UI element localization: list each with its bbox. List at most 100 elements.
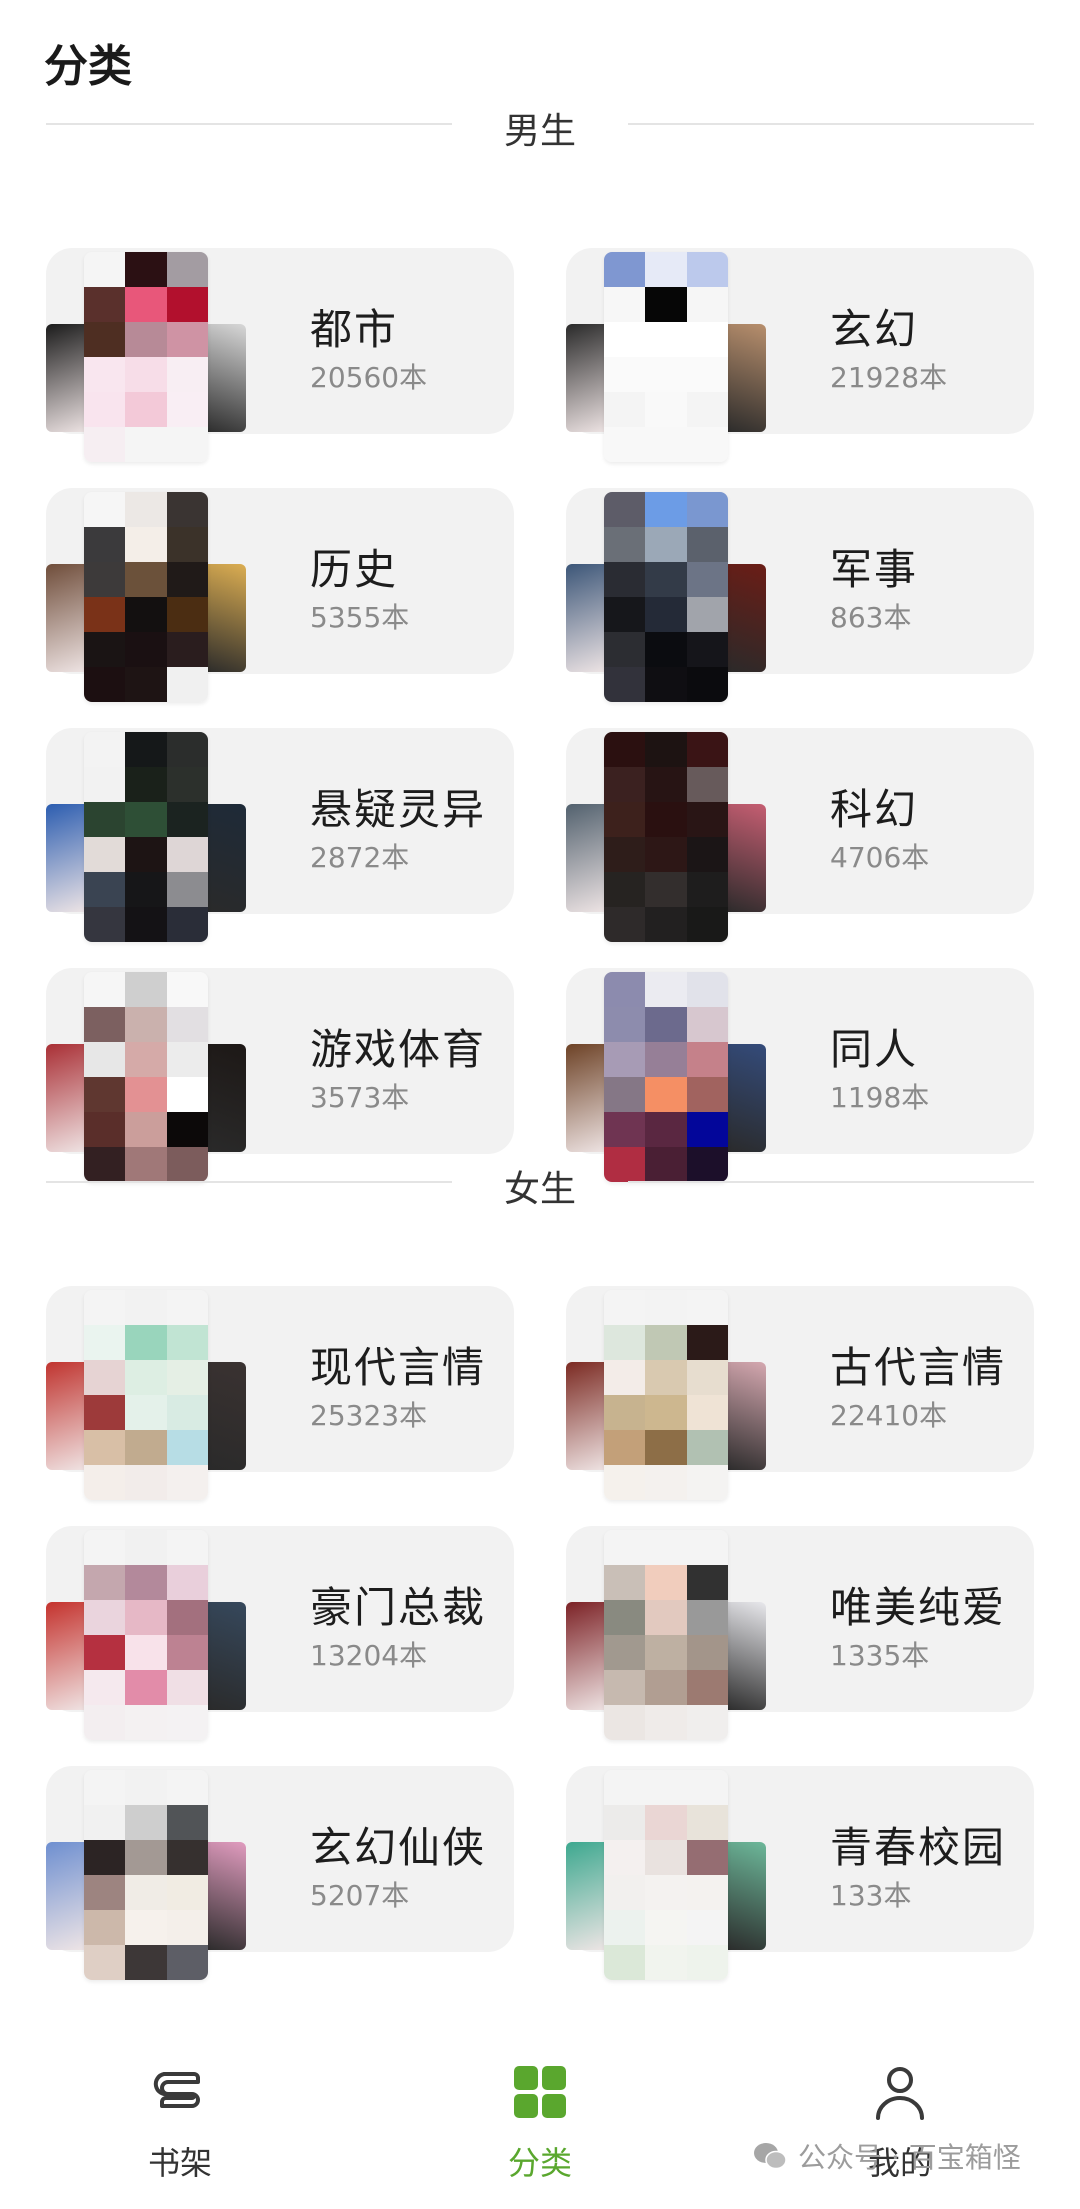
cover-mosaic-cell (84, 1465, 126, 1500)
book-cover-front (604, 1530, 728, 1740)
category-card[interactable]: 古代言情 22410本 (566, 1286, 1034, 1500)
book-count: 22410本 (830, 1399, 948, 1432)
cover-mosaic-cell (604, 392, 646, 427)
cover-mosaic-cell (645, 802, 687, 837)
cover-mosaic-cell (84, 1395, 126, 1430)
book-cover-stack (46, 1770, 256, 1990)
book-count: 2872本 (310, 841, 410, 874)
cover-mosaic-cell (645, 322, 687, 357)
cover-mosaic-cell (125, 767, 167, 802)
book-count: 21928本 (830, 361, 948, 394)
category-card[interactable]: 科幻 4706本 (566, 728, 1034, 942)
nav-label-bookshelf: 书架 (147, 2144, 212, 2182)
cover-mosaic-cell (604, 1430, 646, 1465)
cover-mosaic-cell (84, 562, 126, 597)
cover-mosaic-cell (686, 767, 728, 802)
cover-mosaic-cell (604, 1910, 646, 1945)
cover-mosaic-cell (125, 1875, 167, 1910)
book-cover-stack (46, 1530, 256, 1750)
cover-mosaic-cell (645, 492, 687, 527)
book-cover-stack (46, 492, 256, 712)
watermark-text: 公众号 · 百宝箱怪 (798, 2141, 1021, 2174)
cover-mosaic-cell (645, 872, 687, 907)
cover-mosaic-cell (645, 1600, 687, 1635)
book-count: 1198本 (830, 1081, 930, 1114)
category-name: 玄幻仙侠 (310, 1823, 487, 1872)
book-count: 13204本 (310, 1639, 428, 1672)
cover-mosaic-cell (604, 1325, 646, 1360)
category-card[interactable]: 都市 20560本 (46, 248, 514, 462)
cover-mosaic-cell (686, 1945, 728, 1980)
cover-mosaic-cell (645, 1635, 687, 1670)
book-cover-stack (566, 732, 776, 952)
cover-mosaic-cell (125, 1290, 167, 1325)
category-card[interactable]: 玄幻仙侠 5207本 (46, 1766, 514, 1980)
cover-mosaic-cell (166, 1805, 208, 1840)
cover-mosaic-cell (166, 837, 208, 872)
nav-tab-bookshelf[interactable]: 书架 (100, 2062, 260, 2182)
cover-mosaic-cell (125, 1770, 167, 1805)
cover-mosaic-cell (645, 632, 687, 667)
category-card[interactable]: 悬疑灵异 2872本 (46, 728, 514, 942)
book-cover-front (84, 1290, 208, 1500)
category-card[interactable]: 现代言情 25323本 (46, 1286, 514, 1500)
cover-mosaic-cell (166, 802, 208, 837)
cover-mosaic-cell (604, 1007, 646, 1042)
category-page: 分类 男生 都市 20560本 玄幻 21928本 历史 5355本 军事 863本 悬疑灵异 2… (0, 0, 1080, 2209)
category-card[interactable]: 游戏体育 3573本 (46, 968, 514, 1182)
cover-mosaic-cell (84, 732, 126, 767)
category-card[interactable]: 历史 5355本 (46, 488, 514, 702)
cover-mosaic-cell (686, 1325, 728, 1360)
cover-mosaic-cell (604, 427, 646, 462)
cover-mosaic-cell (686, 1840, 728, 1875)
cover-mosaic-cell (84, 597, 126, 632)
cover-mosaic-cell (645, 1395, 687, 1430)
cover-mosaic-cell (125, 252, 167, 287)
cover-mosaic-cell (84, 1430, 126, 1465)
cover-mosaic-cell (604, 1875, 646, 1910)
nav-tab-category[interactable]: 分类 (460, 2062, 620, 2182)
cover-mosaic-cell (645, 252, 687, 287)
cover-mosaic-cell (686, 837, 728, 872)
cover-mosaic-cell (686, 732, 728, 767)
cover-mosaic-cell (645, 1770, 687, 1805)
profile-icon (876, 2067, 924, 2120)
cover-mosaic-cell (84, 252, 126, 287)
category-name: 唯美纯爱 (830, 1583, 1007, 1632)
category-card[interactable]: 唯美纯爱 1335本 (566, 1526, 1034, 1740)
cover-mosaic-cell (686, 1875, 728, 1910)
cover-mosaic-cell (84, 492, 126, 527)
book-cover-front (604, 252, 728, 462)
cover-mosaic-cell (604, 1042, 646, 1077)
cover-mosaic-cell (604, 1565, 646, 1600)
cover-mosaic-cell (645, 1290, 687, 1325)
category-card[interactable]: 军事 863本 (566, 488, 1034, 702)
cover-mosaic-cell (604, 597, 646, 632)
cover-mosaic-cell (645, 767, 687, 802)
cover-mosaic-cell (686, 252, 728, 287)
category-name: 都市 (310, 305, 399, 354)
cover-mosaic-cell (166, 1910, 208, 1945)
category-name: 青春校园 (830, 1823, 1007, 1872)
cover-mosaic-cell (84, 872, 126, 907)
cover-mosaic-cell (645, 1360, 687, 1395)
cover-mosaic-cell (125, 1600, 167, 1635)
cover-mosaic-cell (686, 907, 728, 942)
cover-mosaic-cell (686, 392, 728, 427)
category-card[interactable]: 玄幻 21928本 (566, 248, 1034, 462)
cover-mosaic-cell (84, 1705, 126, 1740)
cover-mosaic-cell (166, 972, 208, 1007)
category-card[interactable]: 青春校园 133本 (566, 1766, 1034, 1980)
cover-mosaic-cell (645, 1805, 687, 1840)
cover-mosaic-cell (645, 1077, 687, 1112)
cover-mosaic-cell (125, 322, 167, 357)
book-cover-stack (566, 1530, 776, 1750)
cover-mosaic-cell (84, 1042, 126, 1077)
cover-mosaic-cell (686, 1077, 728, 1112)
category-card[interactable]: 同人 1198本 (566, 968, 1034, 1182)
book-count: 20560本 (310, 361, 428, 394)
cover-mosaic-cell (125, 1565, 167, 1600)
cover-mosaic-cell (686, 1465, 728, 1500)
category-card[interactable]: 豪门总裁 13204本 (46, 1526, 514, 1740)
cover-mosaic-cell (645, 1910, 687, 1945)
